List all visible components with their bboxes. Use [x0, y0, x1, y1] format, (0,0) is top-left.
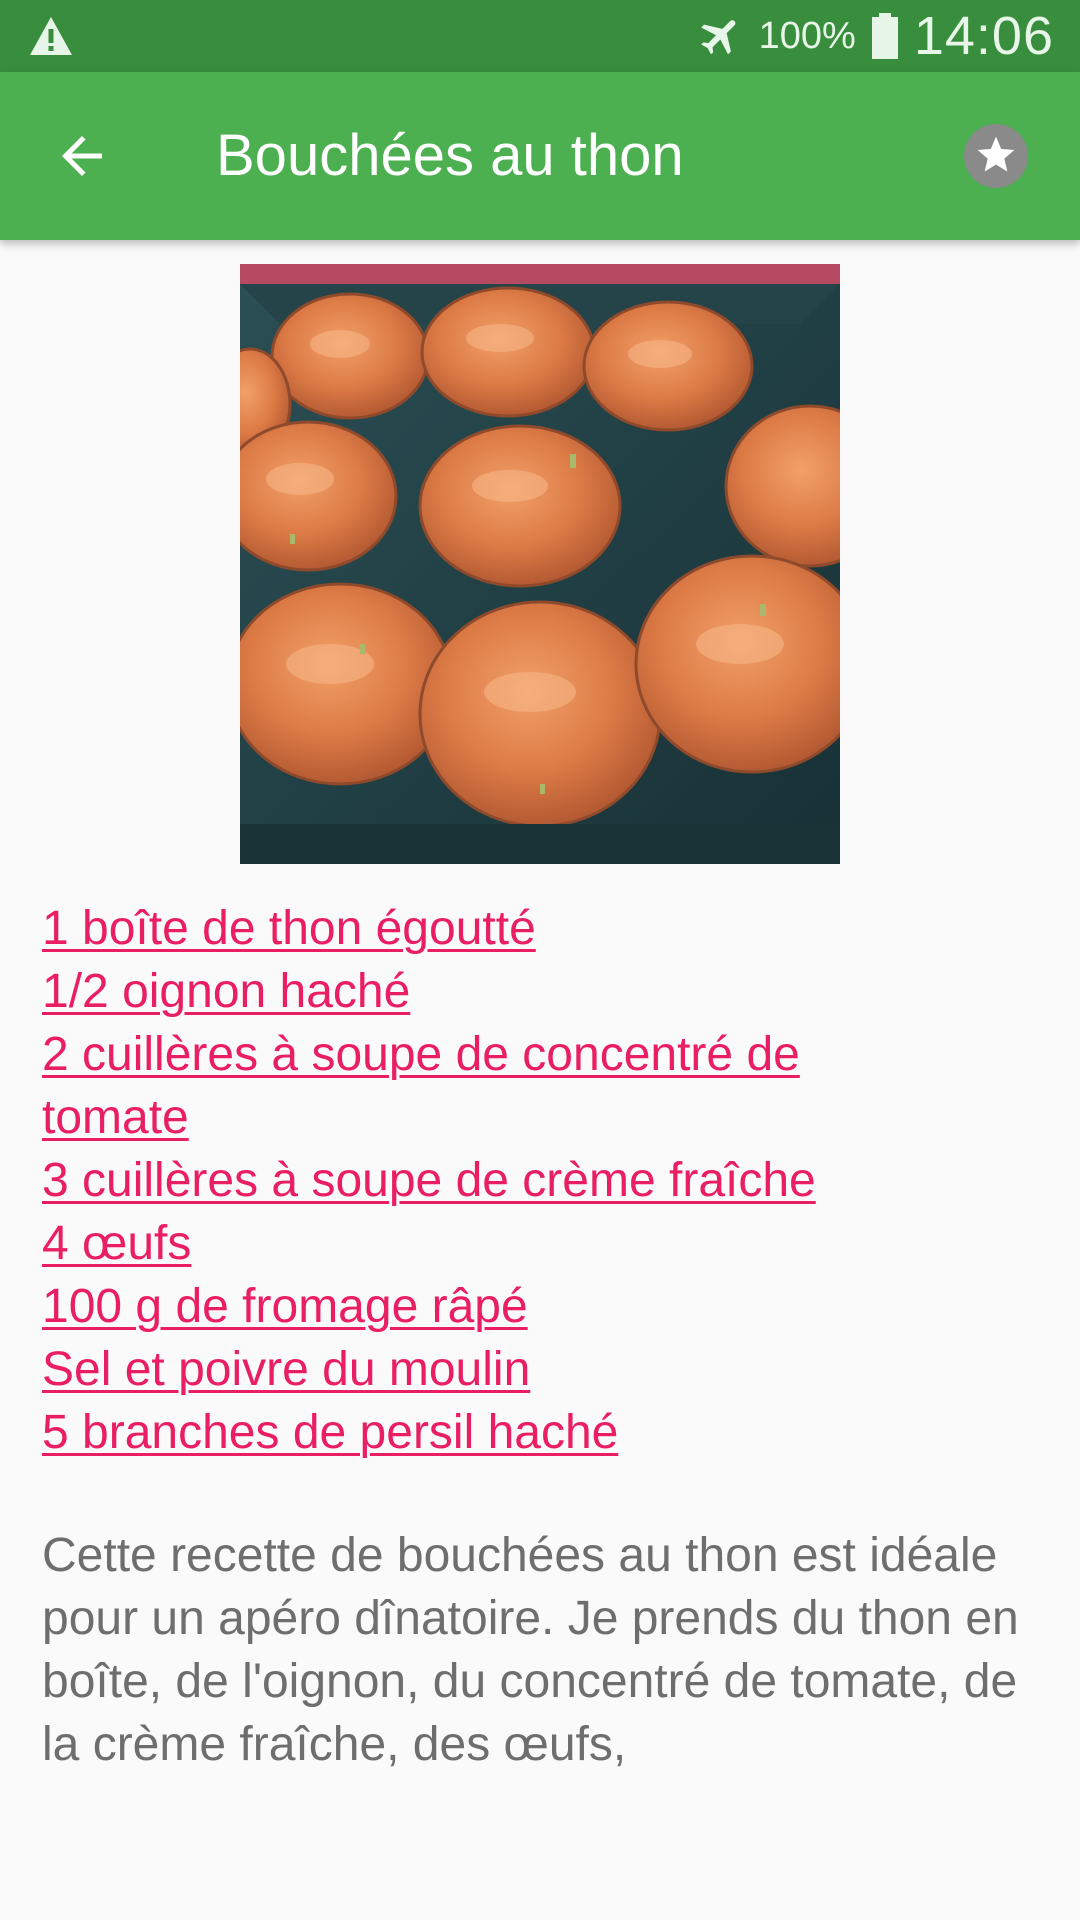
recipe-photo-illustration	[240, 264, 840, 864]
favorite-star-icon	[977, 136, 1015, 172]
battery-percent: 100%	[758, 14, 856, 57]
status-right: 100% 14:06	[697, 0, 1054, 72]
ingredient-link[interactable]: 4 œufs	[42, 1212, 1042, 1275]
ingredient-link[interactable]: 1 boîte de thon égoutté	[42, 897, 1042, 960]
ingredient-link[interactable]: 5 branches de persil haché	[42, 1401, 1042, 1464]
status-bar: 100% 14:06	[0, 0, 1080, 72]
warning-icon	[30, 17, 72, 55]
clock: 14:06	[913, 6, 1054, 66]
battery-icon	[871, 13, 898, 59]
ingredients-list: 1 boîte de thon égoutté 1/2 oignon haché…	[42, 897, 1042, 1464]
recipe-photo	[240, 264, 840, 864]
ingredient-link[interactable]: 100 g de fromage râpé	[42, 1275, 1042, 1338]
ingredient-link[interactable]: 3 cuillères à soupe de crème fraîche	[42, 1149, 1042, 1212]
ingredient-link[interactable]: 2 cuillères à soupe de concentré de toma…	[42, 1023, 922, 1149]
back-arrow-icon[interactable]	[52, 126, 112, 186]
page-title: Bouchées au thon	[216, 123, 684, 188]
ingredient-link[interactable]: 1/2 oignon haché	[42, 960, 1042, 1023]
airplane-mode-icon	[700, 20, 735, 55]
ingredient-link[interactable]: Sel et poivre du moulin	[42, 1338, 1042, 1401]
favorite-button[interactable]	[964, 124, 1028, 188]
app-bar: Bouchées au thon	[0, 72, 1080, 240]
recipe-description: Cette recette de bouchées au thon est id…	[42, 1529, 1019, 1771]
